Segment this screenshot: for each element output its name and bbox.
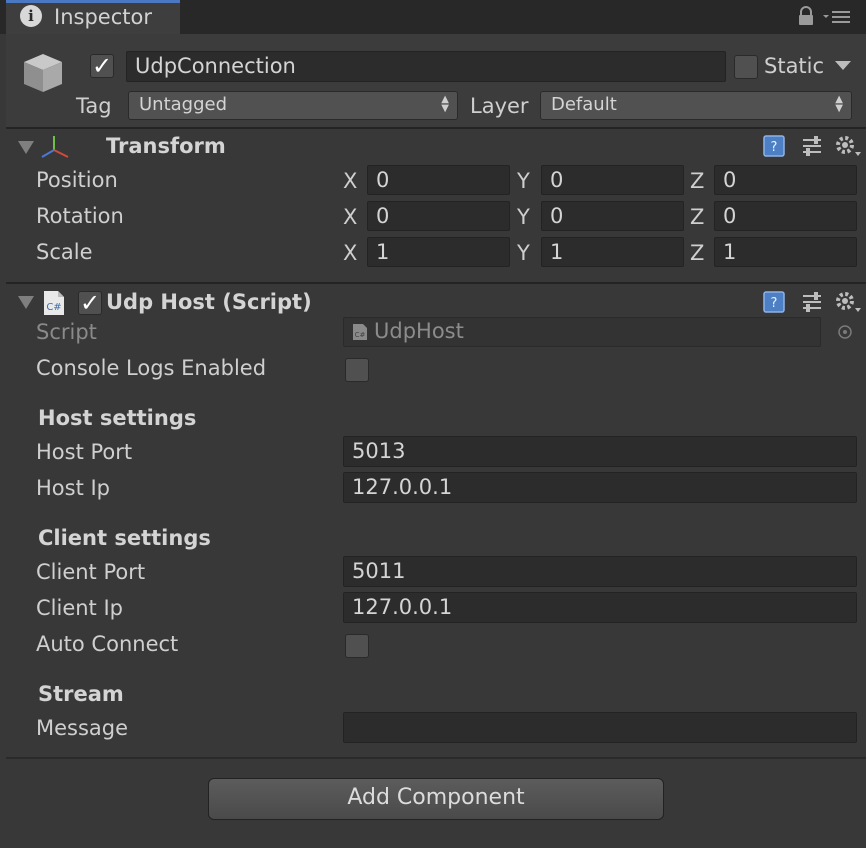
divider (6, 282, 866, 284)
axis-y-label[interactable]: Y (517, 203, 530, 231)
rotation-x-field[interactable]: 0 (367, 201, 510, 231)
udphost-enabled-checkbox[interactable]: ✓ (78, 291, 102, 315)
host-ip-label: Host Ip (36, 476, 111, 500)
client-ip-label: Client Ip (36, 596, 123, 620)
position-x-field[interactable]: 0 (367, 165, 510, 195)
preset-sliders-icon[interactable] (800, 290, 824, 314)
checkmark-icon: ✓ (91, 52, 113, 80)
auto-connect-label: Auto Connect (36, 632, 179, 656)
checkmark-icon: ✓ (79, 289, 101, 317)
tag-label: Tag (76, 94, 112, 118)
position-z-field[interactable]: 0 (714, 165, 857, 195)
script-file-icon: C# (353, 324, 367, 340)
host-ip-field[interactable]: 127.0.0.1 (343, 472, 857, 503)
host-settings-header: Host settings (38, 406, 197, 430)
client-port-label: Client Port (36, 560, 146, 584)
tag-dropdown[interactable]: Untagged ▲ ▼ (128, 91, 458, 120)
object-picker-icon[interactable] (836, 323, 854, 341)
udphost-foldout-arrow-icon[interactable] (18, 296, 34, 309)
gear-icon[interactable] (834, 134, 862, 158)
axis-z-label[interactable]: Z (690, 167, 704, 195)
script-label: Script (36, 320, 97, 344)
transform-title[interactable]: Transform (106, 134, 226, 158)
stream-header: Stream (38, 682, 124, 706)
csharp-script-icon: C# (44, 291, 64, 315)
scale-y-field[interactable]: 1 (541, 237, 684, 267)
scale-label: Scale (36, 240, 93, 264)
rotation-y-field[interactable]: 0 (541, 201, 684, 231)
tab-label: Inspector (54, 5, 152, 29)
axis-y-label[interactable]: Y (517, 167, 530, 195)
help-icon[interactable]: ? (762, 290, 786, 314)
axis-x-label[interactable]: X (343, 239, 357, 267)
client-settings-header: Client settings (38, 526, 211, 550)
axis-x-label[interactable]: X (343, 167, 357, 195)
axis-z-label[interactable]: Z (690, 203, 704, 231)
info-icon: i (20, 5, 42, 27)
scale-x-field[interactable]: 1 (367, 237, 510, 267)
layer-dropdown[interactable]: Default ▲ ▼ (540, 91, 852, 120)
divider (6, 757, 866, 759)
axis-y-label[interactable]: Y (517, 239, 530, 267)
svg-text:?: ? (771, 140, 778, 155)
preset-sliders-icon[interactable] (800, 134, 824, 158)
updown-arrows-icon: ▲ ▼ (835, 94, 843, 114)
axis-x-label[interactable]: X (343, 203, 357, 231)
static-dropdown-arrow-icon[interactable] (834, 60, 852, 72)
host-port-label: Host Port (36, 440, 133, 464)
rotation-z-field[interactable]: 0 (714, 201, 857, 231)
message-field[interactable] (343, 712, 857, 743)
transform-axes-icon (41, 136, 69, 158)
static-label: Static (764, 54, 825, 78)
script-value: UdpHost (374, 319, 464, 343)
svg-text:C#: C# (355, 331, 366, 339)
client-ip-field[interactable]: 127.0.0.1 (343, 592, 857, 623)
add-component-button[interactable]: Add Component (208, 778, 664, 820)
position-label: Position (36, 168, 118, 192)
divider (6, 127, 866, 129)
transform-foldout-arrow-icon[interactable] (18, 141, 34, 154)
object-name-field[interactable]: UdpConnection (126, 51, 726, 82)
position-y-field[interactable]: 0 (541, 165, 684, 195)
auto-connect-checkbox[interactable] (345, 634, 369, 658)
static-checkbox[interactable] (734, 55, 758, 79)
console-logs-checkbox[interactable] (345, 358, 369, 382)
lock-icon[interactable] (796, 6, 816, 26)
rotation-label: Rotation (36, 204, 124, 228)
message-label: Message (36, 716, 129, 740)
layer-value: Default (551, 94, 617, 115)
layer-label: Layer (470, 94, 529, 118)
client-port-field[interactable]: 5011 (343, 556, 857, 587)
gear-icon[interactable] (834, 290, 862, 314)
tag-value: Untagged (139, 94, 228, 115)
udphost-title[interactable]: Udp Host (Script) (106, 290, 312, 314)
console-logs-label: Console Logs Enabled (36, 356, 267, 380)
svg-text:C#: C# (46, 302, 61, 313)
help-icon[interactable]: ? (762, 134, 786, 158)
active-checkbox[interactable]: ✓ (90, 54, 114, 78)
host-port-field[interactable]: 5013 (343, 436, 857, 467)
axis-z-label[interactable]: Z (690, 239, 704, 267)
scale-z-field[interactable]: 1 (714, 237, 857, 267)
svg-text:?: ? (771, 296, 778, 311)
updown-arrows-icon: ▲ ▼ (441, 94, 449, 114)
script-object-field[interactable]: UdpHost (343, 317, 821, 347)
menu-icon[interactable] (822, 8, 852, 26)
cube-icon (24, 54, 62, 92)
